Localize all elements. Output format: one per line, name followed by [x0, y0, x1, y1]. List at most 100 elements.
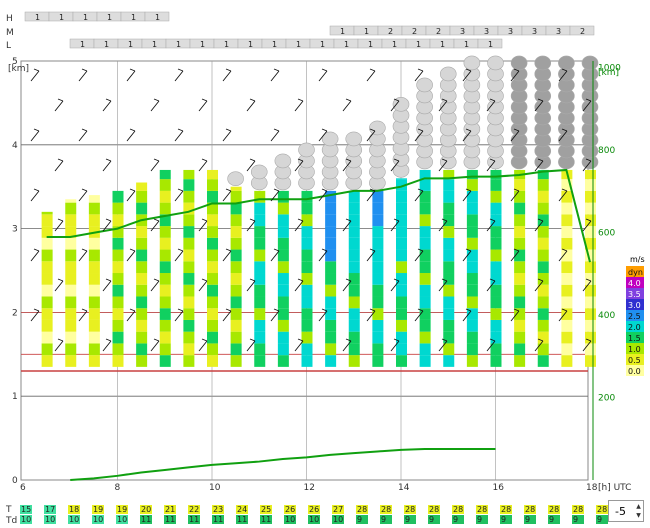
column-segment — [466, 249, 478, 262]
cover-value: 3 — [460, 27, 465, 36]
column-segment — [65, 296, 77, 309]
column-segment — [88, 296, 100, 309]
column-segment — [207, 249, 218, 262]
td-value: 9 — [597, 515, 602, 524]
column-segment — [112, 308, 124, 320]
column-segment — [301, 261, 313, 274]
column-segment — [561, 237, 573, 250]
column-segment — [183, 249, 195, 262]
column-segment — [514, 284, 526, 297]
column-segment — [490, 169, 502, 180]
column-segment — [561, 261, 573, 274]
column-segment — [585, 308, 596, 320]
td-value: 9 — [429, 515, 434, 524]
cover-value: 1 — [272, 40, 277, 49]
y-left-tick: 0 — [12, 476, 18, 486]
column-segment — [348, 249, 360, 262]
cover-value: 1 — [392, 40, 397, 49]
cover-value: 3 — [484, 27, 489, 36]
column-segment — [277, 226, 289, 238]
column-segment — [490, 273, 502, 285]
t-value: 17 — [45, 505, 55, 514]
column-segment — [301, 237, 313, 250]
td-value: 11 — [165, 515, 175, 524]
time-offset-spinner[interactable]: -5 ▲ ▼ — [608, 500, 644, 522]
column-segment — [372, 214, 384, 227]
column-segment — [112, 237, 124, 250]
cover-value: 2 — [412, 27, 417, 36]
column-segment — [277, 273, 289, 285]
cover-value: 1 — [131, 13, 136, 22]
color-legend: m/s dyn 4.0 3.5 3.0 2.5 2.0 1.5 1.0 0.5 0.0 — [626, 255, 645, 376]
cover-value: 3 — [508, 27, 513, 36]
column-segment — [325, 284, 337, 297]
column-segment — [348, 296, 360, 309]
column-segment — [183, 226, 195, 238]
column-segment — [112, 261, 124, 274]
column-segment — [277, 331, 289, 344]
column-segment — [466, 273, 478, 285]
cover-value: 1 — [59, 13, 64, 22]
column-segment — [207, 214, 218, 227]
column-segment — [65, 343, 77, 356]
cover-value: 1 — [340, 27, 345, 36]
column-segment — [325, 296, 337, 309]
column-segment — [159, 261, 171, 274]
y-right-tick: 200 — [598, 393, 615, 403]
column-segment — [419, 319, 431, 332]
column-segment — [301, 190, 313, 203]
t-value: 28 — [501, 505, 511, 514]
column-segment — [419, 355, 431, 367]
column-segment — [112, 249, 124, 262]
column-segment — [159, 190, 171, 203]
column-segment — [443, 319, 455, 332]
column-segment — [490, 319, 502, 332]
column-segment — [325, 355, 337, 367]
column-segment — [466, 261, 478, 274]
column-segment — [490, 261, 502, 274]
column-segment — [112, 296, 124, 309]
column-segment — [88, 273, 100, 285]
column-segment — [183, 273, 195, 285]
t-value: 24 — [237, 505, 247, 514]
column-segment — [41, 249, 53, 262]
column-segment — [254, 261, 266, 274]
temperature-table: TTd1510171018101910191020112111221123112… — [5, 505, 608, 526]
column-segment — [325, 273, 337, 285]
column-segment — [466, 343, 478, 356]
column-segment — [159, 296, 171, 309]
td-value: 9 — [453, 515, 458, 524]
column-segment — [65, 308, 77, 320]
column-segment — [443, 331, 455, 344]
legend-level: 2.0 — [628, 323, 641, 332]
td-value: 10 — [309, 515, 319, 524]
column-segment — [419, 331, 431, 344]
x-unit: [h] UTC — [598, 483, 631, 493]
column-segment — [41, 308, 53, 320]
column-segment — [537, 190, 549, 203]
column-segment — [514, 237, 526, 250]
td-value: 9 — [381, 515, 386, 524]
column-segment — [585, 296, 596, 309]
column-segment — [561, 343, 573, 356]
column-segment — [443, 237, 455, 250]
td-value: 10 — [69, 515, 79, 524]
column-segment — [585, 169, 596, 180]
column-segment — [537, 179, 549, 191]
column-segment — [88, 319, 100, 332]
column-segment — [396, 331, 407, 344]
column-segment — [136, 190, 148, 203]
column-segment — [514, 273, 526, 285]
cloud-ellipse — [369, 120, 386, 136]
column-segment — [277, 284, 289, 297]
column-segment — [466, 214, 478, 227]
spin-down-icon[interactable]: ▼ — [635, 511, 642, 520]
column-segment — [372, 331, 384, 344]
t-value: 23 — [213, 505, 223, 514]
column-segment — [159, 308, 171, 320]
column-segment — [348, 261, 360, 274]
legend-level: 1.5 — [628, 334, 641, 343]
column-segment — [301, 202, 313, 215]
spin-up-icon[interactable]: ▲ — [635, 502, 642, 511]
column-segment — [466, 179, 478, 191]
